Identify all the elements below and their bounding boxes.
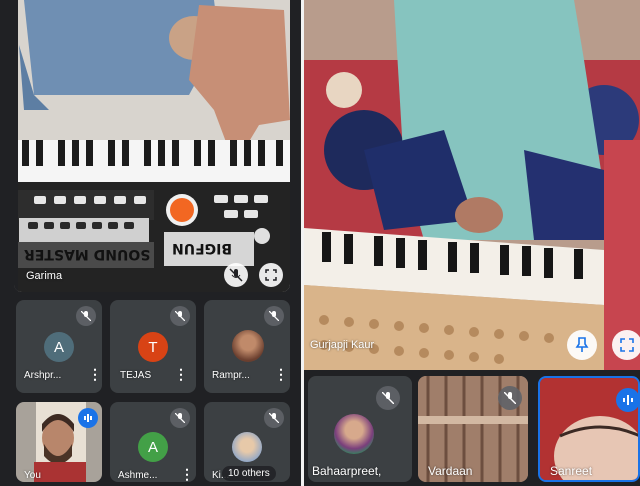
participant-tile[interactable]: T TEJAS ⋮ [110,300,196,393]
keyboard-model-label: BIGFUN [172,240,233,256]
participant-name: TEJAS [120,370,152,381]
avatar: T [138,332,168,362]
avatar-photo [334,414,374,454]
more-vert-icon[interactable]: ⋮ [174,367,188,381]
mic-off-icon [376,386,400,410]
participant-name: Rampr... [212,370,250,381]
mic-off-button[interactable] [224,263,248,287]
avatar: A [138,432,168,462]
avatar-photo [232,432,262,462]
fullscreen-button[interactable] [612,330,640,360]
mic-off-icon [76,306,96,326]
participant-name: Arshpr... [24,370,62,381]
self-view-tile[interactable]: You [16,402,102,482]
more-vert-icon[interactable]: ⋮ [88,367,102,381]
fullscreen-button[interactable] [259,263,283,287]
participant-tile-active-speaker[interactable]: Sanreet [538,376,640,482]
audio-level-icon [78,408,98,428]
main-video-garima[interactable]: SOUND MASTER BIGFUN [14,0,290,292]
right-meet-window: Gurjapji Kaur Bahaarpreet, Vardaan Sanre… [304,0,640,486]
participant-name: Bahaarpreet, [312,464,382,478]
mic-off-icon [170,306,190,326]
participant-tile[interactable]: Vardaan [418,376,528,482]
mic-off-icon [264,408,284,428]
left-meet-window: SOUND MASTER BIGFUN Garima A Arshpr... ⋮… [0,0,301,486]
keyboard-brand-label: SOUND MASTER [24,246,151,262]
pin-icon [575,337,589,352]
participant-tile[interactable]: Ki... 10 others [204,402,290,482]
main-participant-name: Garima [26,270,63,282]
fullscreen-icon [265,269,277,281]
participant-name: Sanreet [550,464,593,478]
harmonium-scene [304,0,640,370]
main-video-gurjapji[interactable] [304,0,640,370]
others-count-chip[interactable]: 10 others [222,466,276,481]
more-vert-icon[interactable]: ⋮ [180,467,194,481]
more-vert-icon[interactable]: ⋮ [274,367,288,381]
participant-name: Vardaan [428,464,473,478]
mic-off-icon [229,268,243,282]
pin-button[interactable] [567,330,597,360]
avatar: A [44,332,74,362]
fullscreen-icon [620,338,634,352]
participant-name: You [24,470,41,481]
mic-off-icon [498,386,522,410]
avatar-photo [232,330,264,362]
mic-off-icon [264,306,284,326]
participant-tile[interactable]: A Arshpr... ⋮ [16,300,102,393]
audio-level-icon [616,388,638,412]
participant-tile[interactable]: Rampr... ⋮ [204,300,290,393]
participant-name: Ashme... [118,470,158,481]
participant-tile[interactable]: Bahaarpreet, [308,376,412,482]
mic-off-icon [170,408,190,428]
participant-tile[interactable]: A Ashme... ⋮ [110,402,196,482]
main-participant-name: Gurjapji Kaur [310,339,375,351]
